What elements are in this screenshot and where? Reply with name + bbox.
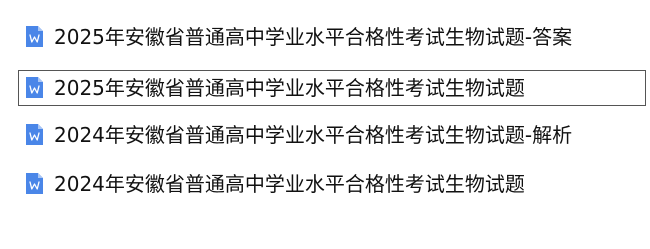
file-list: 2025年安徽省普通高中学业水平合格性考试生物试题-答案 2025年安徽省普通高… [0, 0, 650, 249]
file-name: 2024年安徽省普通高中学业水平合格性考试生物试题 [54, 172, 525, 196]
file-item[interactable]: 2024年安徽省普通高中学业水平合格性考试生物试题 [18, 166, 646, 202]
file-item[interactable]: 2024年安徽省普通高中学业水平合格性考试生物试题-解析 [18, 117, 646, 153]
word-document-icon [26, 26, 43, 47]
file-name: 2025年安徽省普通高中学业水平合格性考试生物试题-答案 [54, 25, 573, 49]
file-item-selected[interactable]: 2025年安徽省普通高中学业水平合格性考试生物试题 [18, 70, 646, 106]
file-name: 2025年安徽省普通高中学业水平合格性考试生物试题 [54, 76, 525, 100]
word-document-icon [26, 173, 43, 194]
word-document-icon [26, 77, 43, 98]
file-name: 2024年安徽省普通高中学业水平合格性考试生物试题-解析 [54, 123, 573, 147]
word-document-icon [26, 124, 43, 145]
file-item[interactable]: 2025年安徽省普通高中学业水平合格性考试生物试题-答案 [18, 19, 646, 55]
